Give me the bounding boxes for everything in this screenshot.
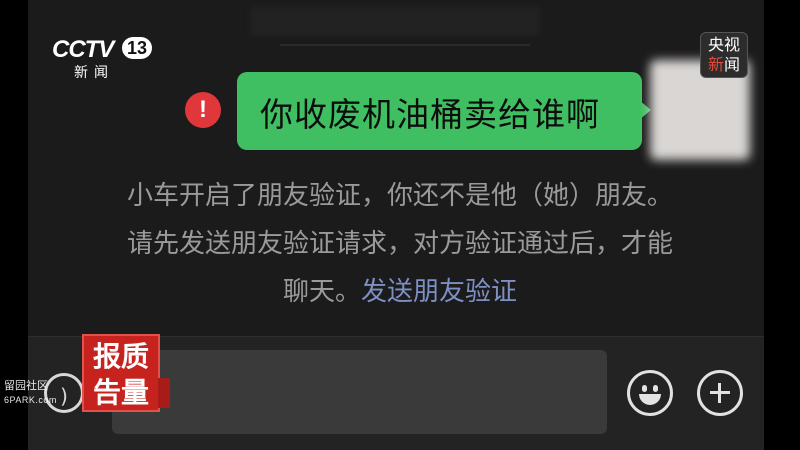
outgoing-message-text: 你收废机油桶卖给谁啊: [260, 95, 600, 134]
header-divider: [280, 44, 530, 46]
badge-line-2a: 新: [707, 55, 724, 74]
badge-line-1: 央视: [707, 35, 740, 54]
send-friend-verification-link[interactable]: 发送朋友验证: [361, 277, 517, 307]
channel-subtitle: 新闻: [74, 65, 114, 81]
badge-line-2b: 闻: [724, 55, 741, 74]
emoji-eye-right: [653, 385, 658, 392]
channel-number: 13: [122, 37, 152, 59]
stamp-line-2: 告量: [92, 376, 149, 409]
notice-line-1: 小车开启了朋友验证，你还不是他（她）朋友。: [126, 181, 673, 211]
plus-vertical: [718, 383, 721, 403]
watermark-line-2: 6PARK.com: [4, 395, 57, 405]
watermark-line-1: 留园社区: [4, 379, 48, 392]
program-stamp-logo: 报质 告量: [82, 334, 160, 412]
send-failed-icon[interactable]: !: [185, 92, 221, 128]
emoji-icon[interactable]: [627, 370, 673, 416]
stamp-line-1: 报质: [92, 340, 149, 373]
cctv-news-badge: 央视 新闻: [700, 32, 748, 78]
emoji-mouth: [639, 394, 661, 405]
stamp-side-tab: [158, 378, 170, 408]
site-watermark: 留园社区 6PARK.com: [4, 378, 57, 408]
emoji-eye-left: [642, 385, 647, 392]
friend-verification-notice: 小车开启了朋友验证，你还不是他（她）朋友。 请先发送朋友验证请求，对方验证通过后…: [80, 172, 720, 316]
notice-line-3: 聊天。发送朋友验证: [80, 268, 720, 316]
video-frame: ! 你收废机油桶卖给谁啊 小车开启了朋友验证，你还不是他（她）朋友。 请先发送朋…: [0, 0, 800, 450]
plus-icon[interactable]: [697, 370, 743, 416]
notice-line-2: 请先发送朋友验证请求，对方验证通过后，才能: [126, 229, 673, 259]
message-input[interactable]: [112, 350, 607, 434]
cctv-13-logo: CCTV 13 新闻: [52, 36, 154, 82]
notice-line-3-prefix: 聊天。: [282, 277, 361, 307]
blurred-header: [250, 6, 540, 36]
cctv-wordmark: CCTV: [52, 36, 114, 63]
